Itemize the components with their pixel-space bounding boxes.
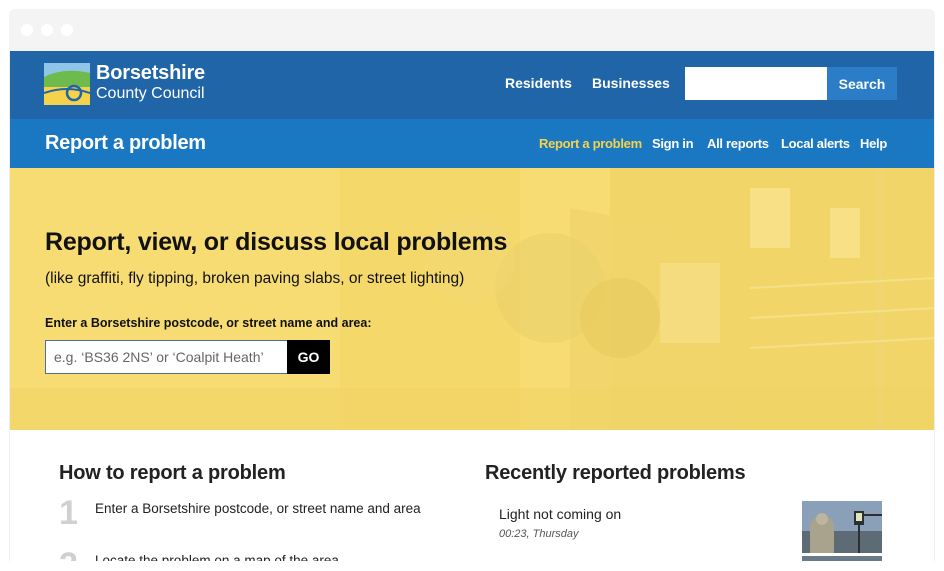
report-time: 00:23, Thursday [499, 528, 579, 540]
postcode-label: Enter a Borsetshire postcode, or street … [45, 316, 372, 330]
site-header: Borsetshire County Council Residents Bus… [10, 51, 934, 119]
how-to-step: 1 Enter a Borsetshire postcode, or stree… [59, 496, 459, 536]
logo-subtitle: County Council [96, 85, 205, 102]
site-subheader: Report a problem Report a problem Sign i… [10, 119, 934, 168]
nav-report-a-problem[interactable]: Report a problem [539, 136, 642, 151]
logo-title: Borsetshire [96, 62, 205, 84]
window-maximize-dot[interactable] [61, 24, 73, 36]
hero-heading: Report, view, or discuss local problems [45, 228, 508, 256]
window-close-dot[interactable] [21, 24, 33, 36]
hero-background-image [10, 168, 934, 430]
browser-window: Borsetshire County Council Residents Bus… [0, 0, 944, 571]
site-title[interactable]: Report a problem [45, 132, 206, 155]
window-minimize-dot[interactable] [41, 24, 53, 36]
council-logo-icon[interactable] [44, 63, 90, 105]
site-search-input[interactable] [685, 67, 827, 100]
step-number: 2 [59, 548, 78, 561]
nav-sign-in[interactable]: Sign in [652, 136, 694, 151]
council-logo-text[interactable]: Borsetshire County Council [96, 63, 205, 102]
report-title[interactable]: Light not coming on [499, 506, 621, 522]
browser-titlebar [9, 9, 935, 51]
page-viewport: Borsetshire County Council Residents Bus… [9, 51, 935, 561]
recent-reports-heading: Recently reported problems [485, 462, 746, 484]
recent-report-item[interactable]: Light not coming on 00:23, Thursday [499, 506, 621, 540]
nav-residents[interactable]: Residents [505, 75, 572, 91]
go-button[interactable]: GO [287, 340, 330, 374]
postcode-search-input[interactable] [45, 340, 288, 374]
how-to-step: 2 Locate the problem on a map of the are… [59, 548, 459, 561]
nav-all-reports[interactable]: All reports [707, 136, 769, 151]
hero-banner: Report, view, or discuss local problems … [10, 168, 934, 430]
how-to-heading: How to report a problem [59, 462, 286, 484]
hero-subheading: (like graffiti, fly tipping, broken pavi… [45, 270, 465, 287]
report-thumbnail-image[interactable] [802, 501, 882, 553]
nav-help[interactable]: Help [860, 136, 887, 151]
step-text: Locate the problem on a map of the area [95, 553, 339, 561]
nav-local-alerts[interactable]: Local alerts [781, 136, 850, 151]
step-text: Enter a Borsetshire postcode, or street … [95, 501, 421, 516]
main-content: How to report a problem 1 Enter a Borset… [10, 430, 934, 561]
site-search-button[interactable]: Search [827, 67, 897, 100]
step-number: 1 [59, 494, 78, 532]
nav-businesses[interactable]: Businesses [592, 75, 670, 91]
report-thumbnail-image[interactable] [802, 556, 882, 561]
